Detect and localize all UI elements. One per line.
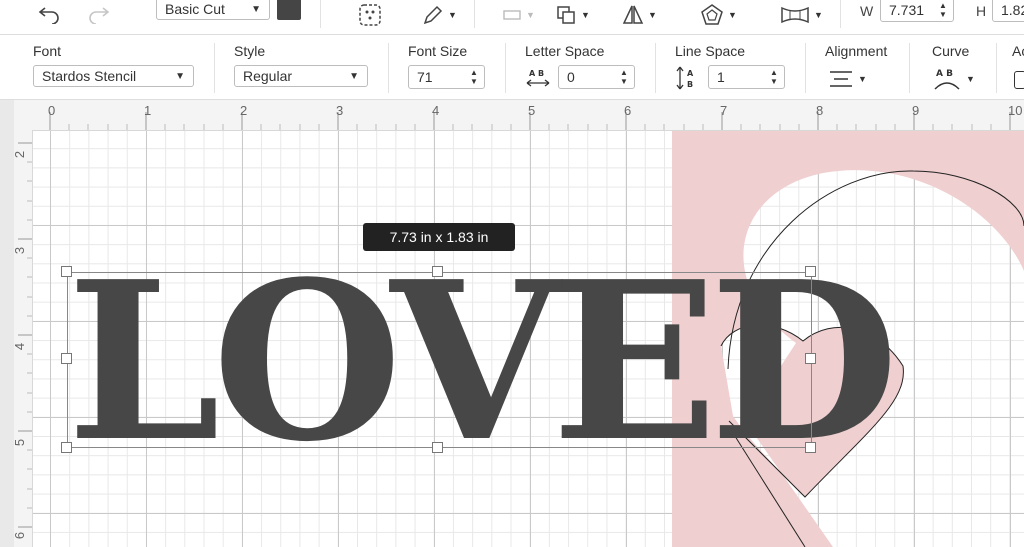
stepper-icon[interactable]: ▲ ▼ xyxy=(467,68,481,86)
line-space-input[interactable]: 1 ▲ ▼ xyxy=(708,65,785,89)
divider xyxy=(996,43,997,93)
curve-label: Curve xyxy=(932,43,970,59)
flip-icon[interactable]: ▼ xyxy=(622,4,657,26)
selection-box xyxy=(67,272,812,448)
ruler-label: 4 xyxy=(12,342,28,351)
chevron-down-icon: ▼ xyxy=(251,4,261,15)
ruler-ticks xyxy=(49,112,1011,130)
font-value: Stardos Stencil xyxy=(42,68,137,84)
top-toolbar: Basic Cut ▼ ▼ ▼ ▼ ▼ ▼ ▼ W 7.731 ▲ ▼ H 1.8… xyxy=(0,0,1024,35)
color-swatch[interactable] xyxy=(277,0,301,20)
resize-handle-bottom-right[interactable] xyxy=(805,442,816,453)
width-value: 7.731 xyxy=(889,2,925,18)
letter-space-input[interactable]: 0 ▲ ▼ xyxy=(558,65,635,89)
warp-icon[interactable]: ▼ xyxy=(780,4,823,26)
line-space-label: Line Space xyxy=(675,43,746,59)
letter-space-value: 0 xyxy=(567,69,575,85)
font-label: Font xyxy=(33,43,62,59)
resize-handle-top-right[interactable] xyxy=(805,266,816,277)
stepper-icon[interactable]: ▲ ▼ xyxy=(936,1,950,19)
ruler-ticks xyxy=(18,142,32,528)
divider xyxy=(909,43,910,93)
divider xyxy=(320,0,321,28)
left-gutter xyxy=(0,100,14,547)
width-input[interactable]: 7.731 ▲ ▼ xyxy=(880,0,954,22)
height-label: H xyxy=(976,3,987,19)
ruler-label: 2 xyxy=(240,103,248,118)
line-space-value: 1 xyxy=(717,69,725,85)
ruler-label: 0 xyxy=(48,103,56,118)
svg-text:A B: A B xyxy=(529,69,544,78)
height-value: 1.82 xyxy=(1001,2,1024,18)
ruler-label: 9 xyxy=(912,103,920,118)
font-size-label: Font Size xyxy=(408,43,468,59)
chevron-down-icon: ▼ xyxy=(349,71,359,82)
resize-handle-top-left[interactable] xyxy=(61,266,72,277)
divider xyxy=(655,43,656,93)
horizontal-ruler: 0 1 2 3 4 5 6 7 8 9 10 xyxy=(14,100,1024,131)
curve-text-icon: A B xyxy=(934,69,960,90)
alignment-label: Alignment xyxy=(825,43,888,59)
pattern-icon[interactable] xyxy=(358,4,382,26)
font-size-input[interactable]: 71 ▲ ▼ xyxy=(408,65,485,89)
offset-icon[interactable]: ▼ xyxy=(700,4,737,26)
operation-select[interactable]: Basic Cut ▼ xyxy=(156,0,270,20)
resize-handle-right[interactable] xyxy=(805,353,816,364)
resize-handle-left[interactable] xyxy=(61,353,72,364)
svg-text:A B: A B xyxy=(936,69,953,79)
divider xyxy=(388,43,389,93)
redo-icon[interactable] xyxy=(86,4,110,26)
font-select[interactable]: Stardos Stencil ▼ xyxy=(33,65,194,87)
ruler-label: 6 xyxy=(12,531,28,540)
style-label: Style xyxy=(234,43,266,59)
ruler-label: 5 xyxy=(528,103,536,118)
ruler-label: 4 xyxy=(432,103,440,118)
resize-handle-top[interactable] xyxy=(432,266,443,277)
resize-handle-bottom[interactable] xyxy=(432,442,443,453)
curve-dropdown[interactable]: A B ▼ xyxy=(932,67,975,91)
divider xyxy=(505,43,506,93)
letter-space-label: Letter Space xyxy=(525,43,605,59)
svg-text:B: B xyxy=(687,80,693,89)
ruler-label: 6 xyxy=(624,103,632,118)
dimension-tooltip: 7.73 in x 1.83 in xyxy=(363,223,515,251)
height-input[interactable]: 1.82 xyxy=(992,0,1024,22)
ruler-label: 5 xyxy=(12,438,28,447)
letter-space-icon: A B xyxy=(525,67,551,94)
align-center-icon xyxy=(830,71,852,87)
ruler-label: 3 xyxy=(336,103,344,118)
divider xyxy=(214,43,215,93)
alignment-dropdown[interactable]: ▼ xyxy=(828,70,867,88)
ruler-label: 2 xyxy=(12,150,28,159)
divider xyxy=(474,0,475,28)
advanced-icon[interactable] xyxy=(1014,71,1024,89)
width-label: W xyxy=(860,3,874,19)
undo-icon[interactable] xyxy=(38,4,62,26)
chevron-down-icon: ▼ xyxy=(175,71,185,82)
align-icon[interactable]: ▼ xyxy=(502,4,535,26)
line-space-icon: AB xyxy=(675,65,701,96)
ruler-label: 3 xyxy=(12,246,28,255)
ruler-label: 10 xyxy=(1008,103,1023,118)
style-select[interactable]: Regular ▼ xyxy=(234,65,368,87)
pen-icon[interactable]: ▼ xyxy=(422,4,457,26)
ruler-label: 7 xyxy=(720,103,728,118)
style-value: Regular xyxy=(243,68,293,84)
resize-handle-bottom-left[interactable] xyxy=(61,442,72,453)
svg-text:A: A xyxy=(687,69,694,78)
stepper-icon[interactable]: ▲ ▼ xyxy=(767,68,781,86)
stepper-icon[interactable]: ▲ ▼ xyxy=(617,68,631,86)
font-size-value: 71 xyxy=(417,69,433,85)
arrange-icon[interactable]: ▼ xyxy=(555,4,590,26)
divider xyxy=(840,0,841,28)
ruler-label: 8 xyxy=(816,103,824,118)
ruler-label: 1 xyxy=(144,103,152,118)
vertical-ruler: 2 3 4 5 6 xyxy=(12,130,33,547)
advanced-label: Ac xyxy=(1012,43,1024,59)
text-toolbar: Font Stardos Stencil ▼ Style Regular ▼ F… xyxy=(0,35,1024,100)
operation-value: Basic Cut xyxy=(165,1,225,17)
divider xyxy=(805,43,806,93)
